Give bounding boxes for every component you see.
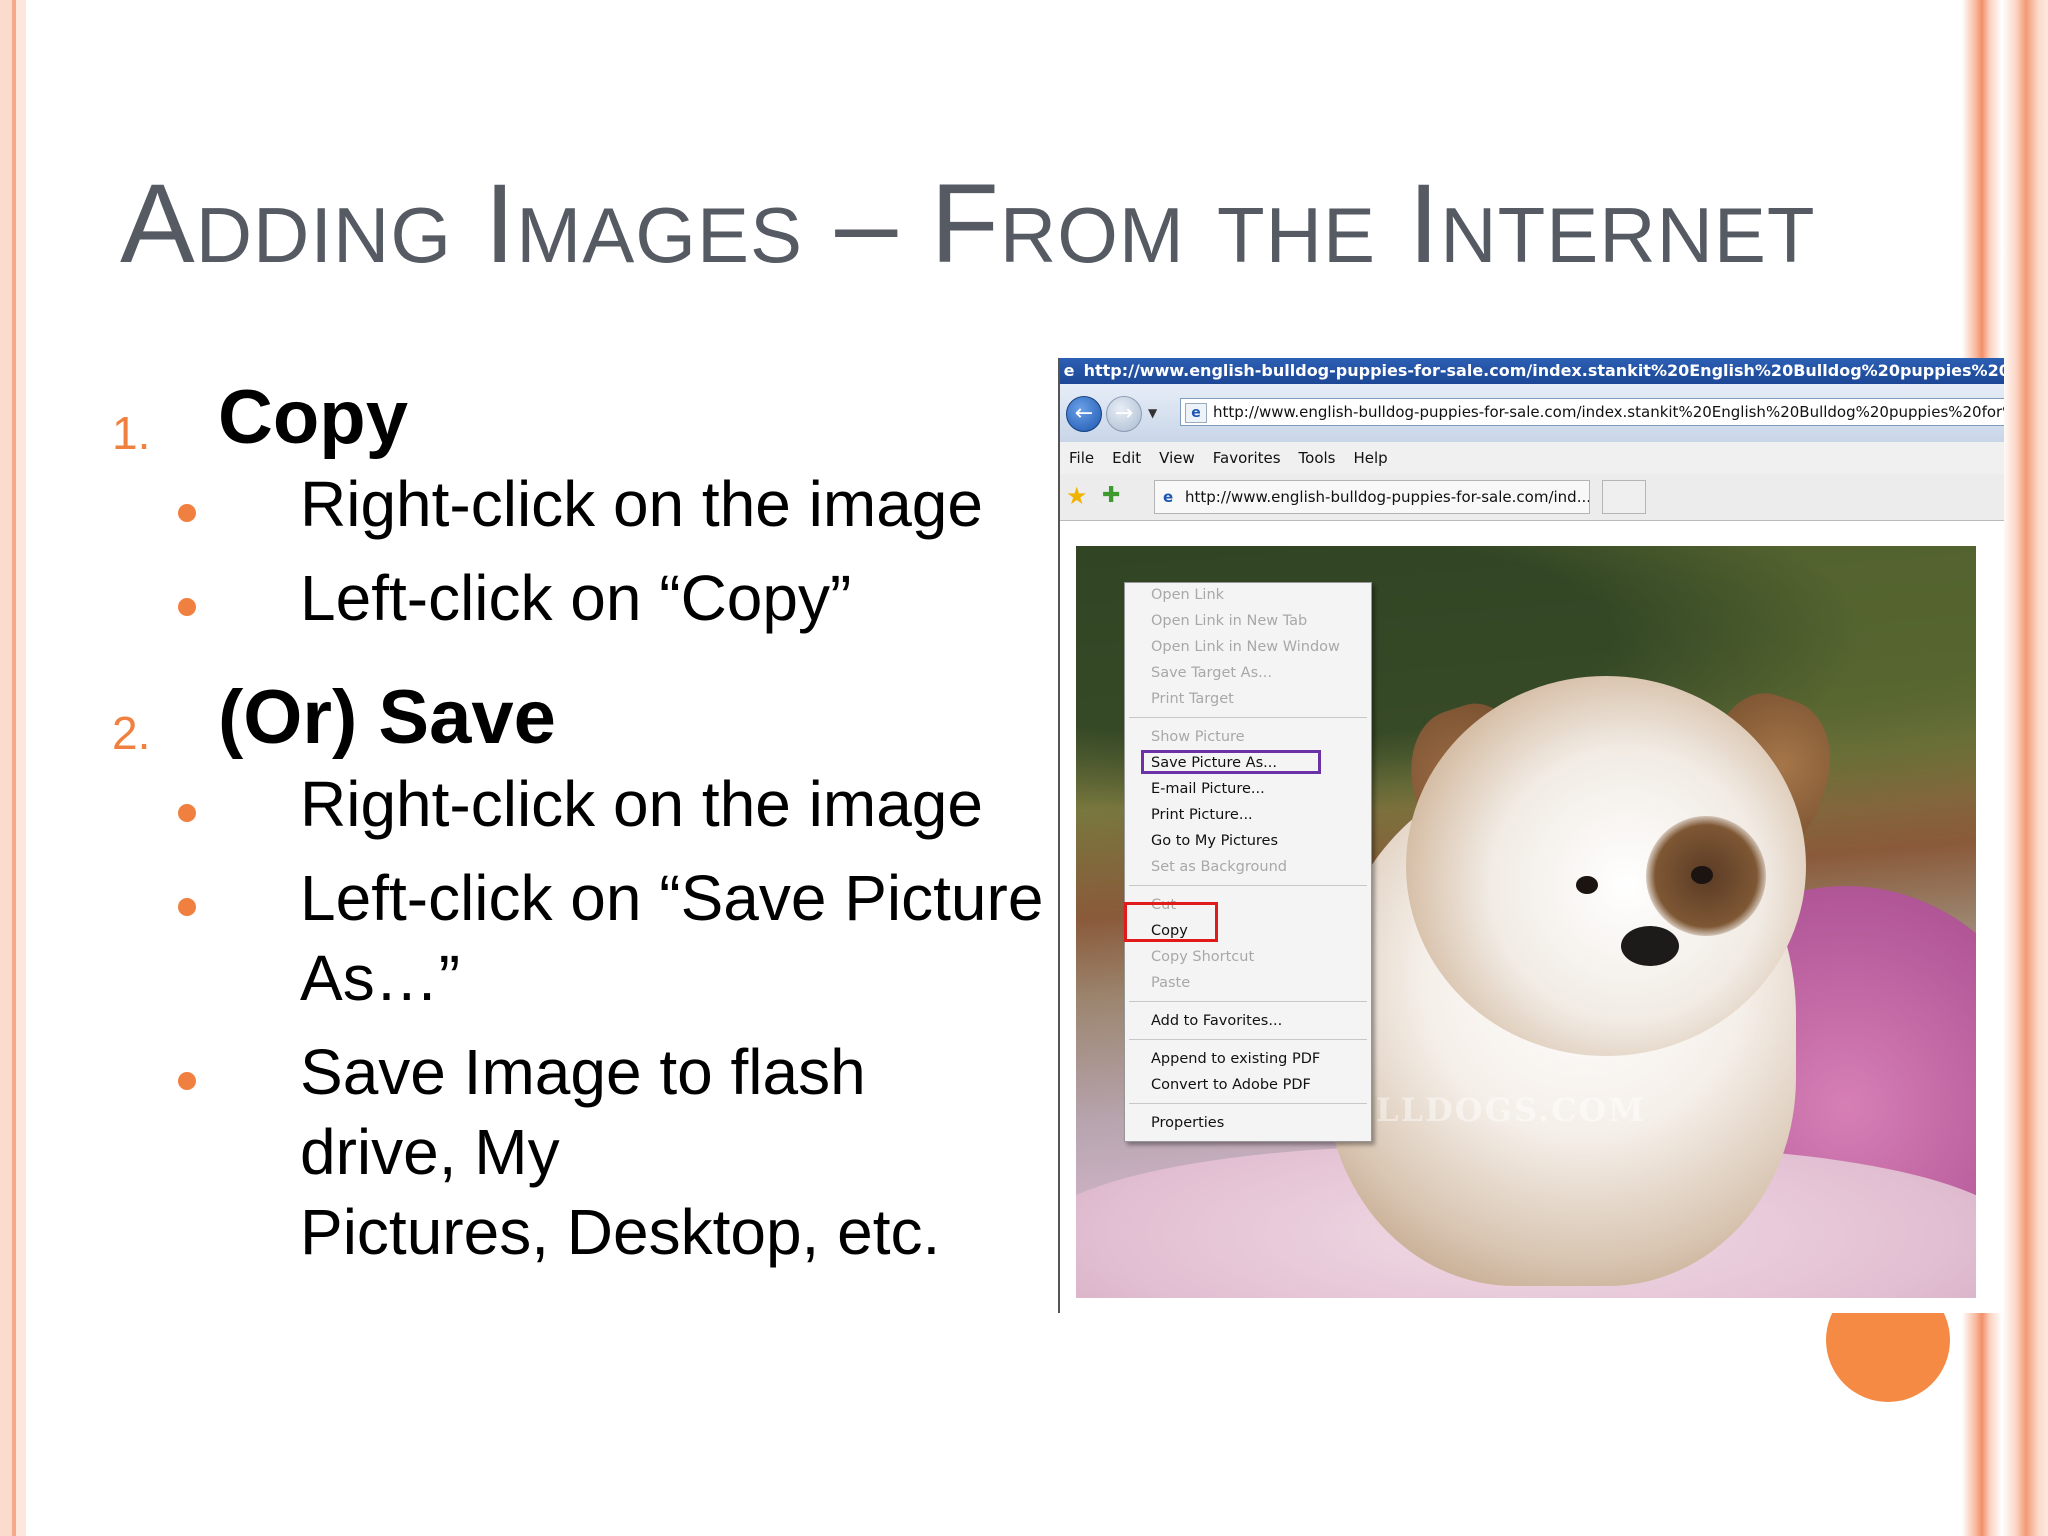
bullet-text: Save Image to flash drive, My Pictures, …: [300, 1036, 941, 1268]
favorites-star-icon[interactable]: ★: [1066, 484, 1088, 508]
menu-paste[interactable]: Paste: [1151, 973, 1190, 993]
menu-copy-shortcut[interactable]: Copy Shortcut: [1151, 947, 1254, 967]
menu-open-link[interactable]: Open Link: [1151, 585, 1224, 605]
bullet-dot: [178, 598, 196, 616]
menu-bar: File Edit View Favorites Tools Help: [1060, 442, 2004, 475]
menu-convert-to-pdf[interactable]: Convert to Adobe PDF: [1151, 1075, 1311, 1095]
window-title: http://www.english-bulldog-puppies-for-s…: [1083, 361, 2004, 380]
bullet-dot: [178, 804, 196, 822]
address-text: http://www.english-bulldog-puppies-for-s…: [1213, 403, 2004, 421]
menu-separator: [1129, 885, 1367, 886]
menu-open-link-new-window[interactable]: Open Link in New Window: [1151, 637, 1340, 657]
slide-frame-left: [0, 0, 26, 1536]
image-watermark: LLDOGS.COM: [1376, 1091, 1646, 1129]
context-menu: Open Link Open Link in New Tab Open Link…: [1124, 582, 1372, 1142]
favorites-bar: ★ ✚ e http://www.english-bulldog-puppies-…: [1060, 474, 2004, 521]
menu-view[interactable]: View: [1150, 442, 1204, 474]
bullet-text: Left-click on “Save Picture As…”: [300, 862, 1044, 1014]
browser-title-bar: e http://www.english-bulldog-puppies-for…: [1060, 358, 2004, 384]
bullet-text: Right-click on the image: [300, 468, 983, 540]
menu-print-target[interactable]: Print Target: [1151, 689, 1234, 709]
page-icon: e: [1163, 488, 1174, 506]
menu-separator: [1129, 717, 1367, 718]
menu-append-to-pdf[interactable]: Append to existing PDF: [1151, 1049, 1320, 1069]
new-tab-button[interactable]: [1602, 480, 1646, 514]
menu-favorites[interactable]: Favorites: [1204, 442, 1290, 474]
bullet-dot: [178, 1072, 196, 1090]
bullet-dot: [178, 504, 196, 522]
bullet-text: Right-click on the image: [300, 768, 983, 840]
menu-tools[interactable]: Tools: [1290, 442, 1345, 474]
step-label: Copy: [218, 375, 408, 460]
menu-add-to-favorites[interactable]: Add to Favorites...: [1151, 1011, 1282, 1031]
puppy-eye: [1691, 866, 1713, 884]
ie-logo-icon: e: [1063, 361, 1075, 380]
menu-separator: [1129, 1039, 1367, 1040]
puppy-eye: [1576, 876, 1598, 894]
menu-set-as-background[interactable]: Set as Background: [1151, 857, 1287, 877]
menu-open-link-new-tab[interactable]: Open Link in New Tab: [1151, 611, 1307, 631]
copy-highlight-box: [1124, 902, 1218, 942]
bullet-dot: [178, 898, 196, 916]
add-favorite-icon[interactable]: ✚: [1102, 484, 1120, 508]
step-number: 1.: [112, 407, 151, 459]
forward-arrow-icon[interactable]: →: [1106, 396, 1142, 432]
bullet-text: Left-click on “Copy”: [300, 562, 852, 634]
page-icon: e: [1185, 402, 1207, 423]
slide-title: Adding Images – From the Internet: [120, 161, 1816, 286]
browser-nav-bar: ← → ▼ e http://www.english-bulldog-puppie…: [1060, 384, 2004, 442]
browser-tab[interactable]: e http://www.english-bulldog-puppies-for-…: [1154, 480, 1590, 514]
history-dropdown-icon[interactable]: ▼: [1148, 406, 1157, 420]
menu-separator: [1129, 1001, 1367, 1002]
menu-help[interactable]: Help: [1345, 442, 1397, 474]
puppy-nose: [1621, 926, 1679, 966]
tab-title: http://www.english-bulldog-puppies-for-s…: [1185, 488, 1590, 506]
menu-save-target-as[interactable]: Save Target As...: [1151, 663, 1272, 683]
menu-go-to-my-pictures[interactable]: Go to My Pictures: [1151, 831, 1278, 851]
menu-edit[interactable]: Edit: [1103, 442, 1150, 474]
save-picture-highlight-box: [1141, 750, 1321, 774]
menu-properties[interactable]: Properties: [1151, 1113, 1224, 1133]
back-arrow-icon[interactable]: ←: [1066, 396, 1102, 432]
menu-file[interactable]: File: [1060, 442, 1103, 474]
menu-show-picture[interactable]: Show Picture: [1151, 727, 1245, 747]
step-number: 2.: [112, 707, 151, 759]
address-bar[interactable]: e http://www.english-bulldog-puppies-for-…: [1180, 398, 2004, 426]
menu-email-picture[interactable]: E-mail Picture...: [1151, 779, 1265, 799]
menu-separator: [1129, 1103, 1367, 1104]
menu-print-picture[interactable]: Print Picture...: [1151, 805, 1253, 825]
step-label: (Or) Save: [218, 675, 556, 760]
